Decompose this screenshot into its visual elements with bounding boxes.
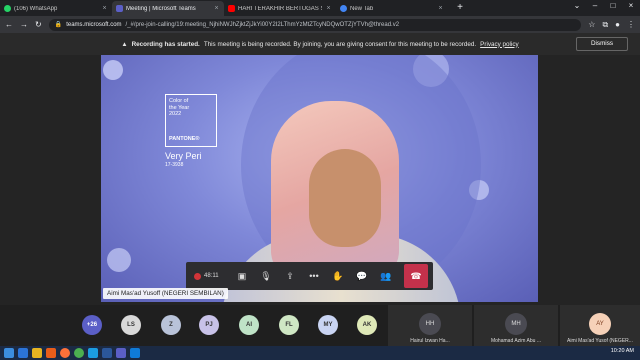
close-window-icon[interactable]: × [622, 0, 640, 12]
tab-whatsapp[interactable]: (106) WhatsApp × [0, 1, 112, 16]
whatsapp-icon [4, 5, 11, 12]
tab-teams[interactable]: Meeting | Microsoft Teams × [112, 1, 224, 16]
recording-notice-banner: ▲ Recording has started. This meeting is… [0, 33, 640, 55]
url-field[interactable]: 🔒 teams.microsoft.com/_#/pre-join-callin… [48, 18, 582, 31]
color-name: Very Peri [165, 151, 202, 161]
hang-up-button[interactable]: ☎ [404, 264, 428, 288]
participant-avatar[interactable]: Z [161, 315, 181, 335]
tab-title: (106) WhatsApp [14, 5, 58, 12]
participant-initials: MH [505, 313, 527, 335]
close-icon[interactable]: × [325, 5, 332, 12]
browser-tab-bar: (106) WhatsApp × Meeting | Microsoft Tea… [0, 0, 640, 16]
overflow-participants-button[interactable]: +26 [82, 315, 102, 335]
system-clock: 10:20 AM [610, 348, 634, 354]
close-icon[interactable]: × [101, 5, 108, 12]
participant-name: Mohamad Azim Abu ... [490, 338, 542, 344]
recording-notice-text: This meeting is being recorded. By joini… [203, 40, 477, 48]
participant-tile[interactable]: HH Hairul Izwan Ha... [388, 305, 472, 346]
tab-title: Meeting | Microsoft Teams [126, 5, 196, 12]
more-icon: ••• [309, 271, 319, 281]
minimize-icon[interactable]: – [586, 0, 604, 12]
participant-avatar[interactable]: PJ [199, 315, 219, 335]
close-icon[interactable]: × [213, 5, 220, 12]
chrome-taskbar-icon[interactable] [74, 348, 84, 358]
tab-title: HARI TERAKHIR BERTUGAS SEBA... [238, 5, 322, 12]
participant-tile[interactable]: MH Mohamad Azim Abu ... [474, 305, 558, 346]
teams-icon [116, 5, 123, 12]
window-controls: ⌄ – □ × [568, 0, 640, 12]
close-icon[interactable]: × [437, 5, 444, 12]
people-icon: 👥 [380, 270, 392, 281]
camera-off-icon: ▣ [237, 270, 247, 281]
pantone-brand: PANTONE® [169, 135, 200, 142]
participant-avatar[interactable]: AI [239, 315, 259, 335]
chat-icon: 💬 [356, 270, 368, 281]
more-button[interactable]: ••• [302, 262, 326, 290]
url-host: teams.microsoft.com [66, 21, 122, 28]
tab-title: New Tab [350, 5, 374, 12]
participant-initials: AY [589, 313, 611, 335]
mic-icon: 🎙 [260, 270, 272, 281]
mic-button[interactable]: 🎙 [254, 262, 278, 290]
bookmark-star-icon[interactable]: ☆ [588, 20, 595, 29]
extensions-icon[interactable]: ⧉ [602, 20, 608, 30]
tab-youtube[interactable]: HARI TERAKHIR BERTUGAS SEBA... × [224, 1, 336, 16]
edge-icon[interactable] [88, 348, 98, 358]
menu-icon[interactable]: ⋮ [627, 20, 635, 29]
recording-icon [194, 272, 201, 280]
camera-button[interactable]: ▣ [230, 262, 254, 290]
color-code: 17-3938 [165, 162, 184, 168]
participant-name: Hairul Izwan Ha... [410, 338, 450, 344]
chat-button[interactable]: 💬 [350, 262, 374, 290]
speaker-face [309, 149, 381, 247]
phone-hangup-icon: ☎ [410, 270, 422, 281]
os-taskbar: 10:20 AM [0, 346, 640, 360]
youtube-icon [228, 5, 235, 12]
forward-icon[interactable]: → [20, 20, 28, 29]
pantone-line-3: 2022 [169, 111, 182, 117]
dismiss-button[interactable]: Dismiss [576, 37, 628, 51]
maximize-icon[interactable]: □ [604, 0, 622, 12]
call-timer: 48:11 [190, 272, 230, 280]
new-tab-button[interactable]: + [454, 2, 466, 14]
participant-avatar[interactable]: FL [279, 315, 299, 335]
participant-name: Aimi Mas'ad Yusof (NEGER... [567, 338, 633, 344]
chrome-icon [340, 5, 347, 12]
raise-hand-button[interactable]: ✋ [326, 262, 350, 290]
word-icon[interactable] [102, 348, 112, 358]
back-icon[interactable]: ← [5, 20, 13, 29]
call-controls: 48:11 ▣ 🎙 ⇪ ••• ✋ 💬 👥 ☎ [186, 262, 433, 290]
folder-icon[interactable] [32, 348, 42, 358]
store-icon[interactable] [130, 348, 140, 358]
share-icon: ⇪ [286, 270, 294, 281]
participant-tile[interactable]: AY Aimi Mas'ad Yusof (NEGER... [560, 305, 640, 346]
warning-icon: ▲ [121, 40, 128, 48]
privacy-policy-link[interactable]: Privacy policy [480, 41, 519, 48]
participant-avatar[interactable]: LS [121, 315, 141, 335]
address-bar: ← → ↻ 🔒 teams.microsoft.com/_#/pre-join-… [0, 16, 640, 33]
tab-search-icon[interactable]: ⌄ [568, 0, 586, 12]
teams-taskbar-icon[interactable] [116, 348, 126, 358]
ie-icon[interactable] [18, 348, 28, 358]
participant-initials: HH [419, 313, 441, 335]
profile-icon[interactable]: ● [615, 20, 620, 29]
windows-start-icon[interactable] [4, 348, 14, 358]
reload-icon[interactable]: ↻ [35, 20, 42, 29]
firefox-icon[interactable] [60, 348, 70, 358]
timer-text: 48:11 [204, 273, 219, 279]
recording-notice-title: Recording has started. [131, 40, 200, 48]
speaker-name-label: Aimi Mas'ad Yusoff (NEGERI SEMBILAN) [103, 288, 228, 299]
participant-roster: +26 LS Z PJ AI FL MY AK HH Hairul Izwan … [0, 305, 640, 346]
participant-avatar[interactable]: MY [318, 315, 338, 335]
pantone-swatch: Color of the Year 2022 PANTONE® [165, 94, 217, 147]
lock-icon: 🔒 [54, 22, 63, 28]
meeting-stage: Color of the Year 2022 PANTONE® Very Per… [0, 55, 640, 305]
share-button[interactable]: ⇪ [278, 262, 302, 290]
url-path: /_#/pre-join-calling/19:meeting_NjhiNWJh… [125, 21, 400, 28]
participants-button[interactable]: 👥 [374, 262, 398, 290]
media-icon[interactable] [46, 348, 56, 358]
participant-avatar[interactable]: AK [357, 315, 377, 335]
hand-icon: ✋ [332, 270, 344, 281]
tab-new[interactable]: New Tab × [336, 1, 448, 16]
